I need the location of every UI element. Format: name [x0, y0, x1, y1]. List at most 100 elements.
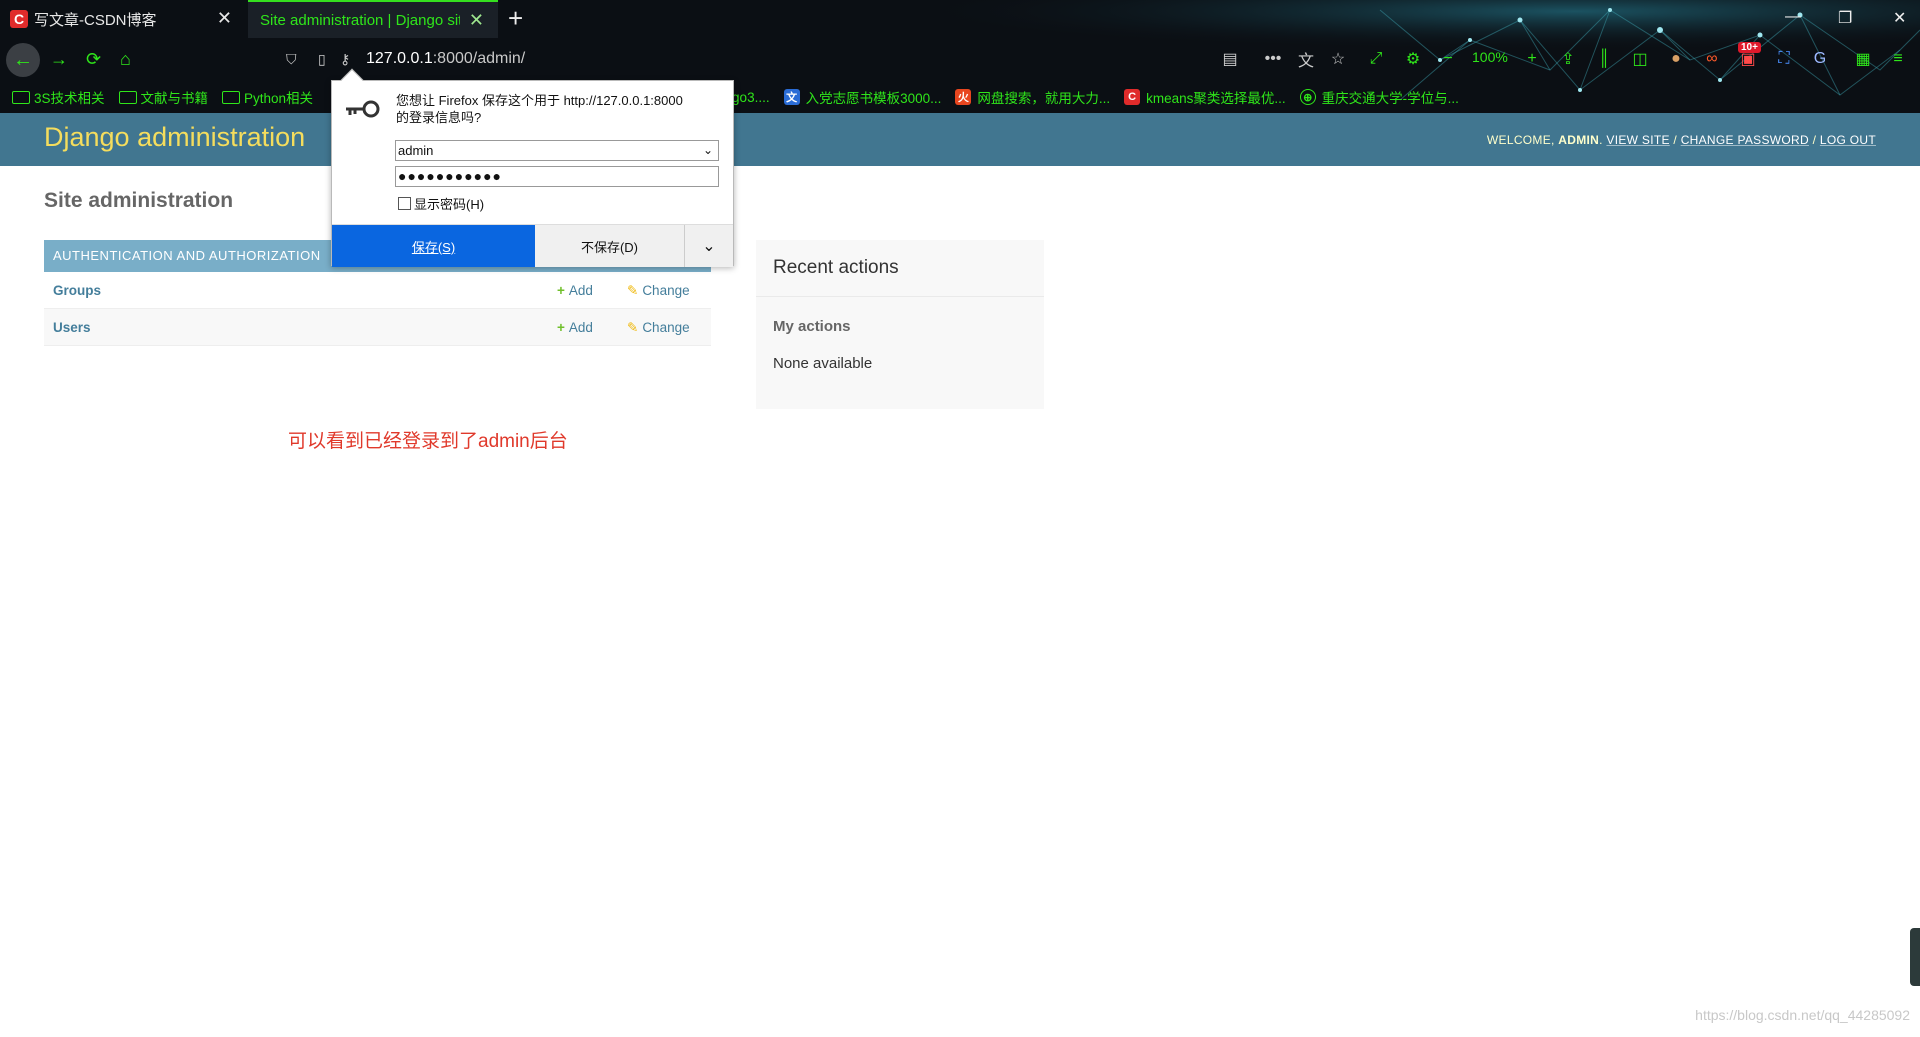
checkbox[interactable] [398, 197, 411, 210]
bookmark-cqjtu[interactable]: ⊕ 重庆交通大学-学位与... [1299, 87, 1459, 107]
none-available-text: None available [773, 355, 873, 372]
password-field[interactable]: ●●●●●●●●●●● [395, 166, 719, 187]
chevron-down-icon[interactable]: ⌄ [703, 141, 713, 160]
site-favicon-icon: 火 [955, 89, 972, 105]
table-row-users: Users + Add ✎ Change [44, 309, 711, 346]
translate-icon[interactable]: 文 [1296, 49, 1316, 70]
avatar-extension-icon[interactable]: ● [1666, 49, 1686, 69]
tracking-shield-icon[interactable]: ⛉ [286, 40, 297, 78]
side-panel-handle[interactable] [1910, 928, 1920, 986]
sidebar-icon[interactable]: ◫ [1630, 49, 1650, 69]
tab-title: Site administration | Django site admin [260, 11, 460, 29]
change-groups-link[interactable]: ✎ Change [627, 283, 690, 299]
bookmark-label: 文献与书籍 [140, 91, 209, 106]
forward-icon[interactable]: → [50, 40, 68, 78]
username: ADMIN [1558, 133, 1600, 147]
bookmark-label: 入党志愿书模板3000... [805, 91, 942, 106]
change-users-link[interactable]: ✎ Change [627, 320, 690, 336]
username-value: admin [398, 143, 434, 158]
log-out-link[interactable]: LOG OUT [1820, 133, 1876, 147]
bookmark-folder-papers[interactable]: 文献与书籍 [118, 87, 209, 107]
change-label: Change [642, 283, 690, 298]
browser-chrome: C 写文章-CSDN博客 ✕ Site administration | Dja… [0, 0, 1920, 113]
divider [756, 296, 1044, 297]
django-header: Django administration WELCOME, ADMIN. VI… [0, 113, 1920, 166]
url-host: 127.0.0.1 [366, 50, 433, 67]
infinity-extension-icon[interactable]: ∞ [1702, 49, 1722, 69]
bookmark-folder-python[interactable]: Python相关 [222, 87, 313, 107]
screenshot-extension-icon[interactable]: ⛶ [1774, 49, 1794, 69]
restore-icon[interactable]: ❐ [1838, 8, 1852, 28]
extensions-icon[interactable]: ▦ [1853, 49, 1873, 69]
add-users-link[interactable]: + Add [557, 320, 593, 335]
close-tab-icon[interactable]: ✕ [469, 11, 484, 29]
navigation-bar: ← → ⟳ ⌂ ⛉ ▯ ⚷ 127.0.0.1:8000/admin/ ▤ ••… [0, 40, 1920, 78]
model-link-users[interactable]: Users [53, 320, 91, 335]
globe-icon: ⊕ [1299, 89, 1316, 105]
page-icon: ▯ [318, 50, 326, 67]
upload-icon[interactable]: ⇪ [1558, 49, 1578, 69]
message-line: 您想让 Firefox 保存这个用于 http://127.0.0.1:8000 [396, 93, 683, 108]
library-icon[interactable]: ║ [1594, 49, 1614, 69]
settings-gear-icon[interactable]: ⚙ [1403, 49, 1423, 69]
bookmark-netdisk-search[interactable]: 火网盘搜索，就用大力... [955, 87, 1110, 107]
site-favicon-icon: 文 [783, 89, 800, 105]
minimize-icon[interactable]: — [1785, 8, 1801, 26]
notification-badge: 10+ [1738, 42, 1761, 53]
csdn-favicon-icon: C [10, 10, 28, 28]
csdn-favicon-icon: C [1124, 89, 1141, 105]
save-button[interactable]: 保存(S) [332, 225, 535, 267]
more-options-button[interactable]: ⌄ [685, 225, 733, 267]
site-branding[interactable]: Django administration [44, 122, 305, 153]
close-window-icon[interactable]: ✕ [1893, 8, 1906, 28]
fullscreen-icon[interactable]: ⤢ [1366, 49, 1386, 69]
bookmark-label: 3S技术相关 [34, 91, 105, 106]
recent-actions-panel: Recent actions My actions None available [756, 240, 1044, 409]
add-label: Add [568, 283, 593, 298]
view-site-link[interactable]: VIEW SITE [1606, 133, 1669, 147]
model-link-groups[interactable]: Groups [53, 283, 101, 298]
show-password-checkbox[interactable]: 显示密码(H) [398, 194, 484, 213]
url-path: :8000/admin/ [432, 50, 526, 67]
bookmark-folder-3s[interactable]: 3S技术相关 [12, 87, 105, 107]
reader-view-icon[interactable]: ▤ [1220, 49, 1240, 69]
bookmark-party-application[interactable]: 文入党志愿书模板3000... [783, 87, 942, 107]
home-icon[interactable]: ⌂ [120, 40, 131, 78]
tab-csdn[interactable]: C 写文章-CSDN博客 ✕ [0, 0, 246, 38]
zoom-out-icon[interactable]: − [1438, 49, 1458, 69]
new-tab-button[interactable]: + [508, 5, 523, 31]
plus-icon: + [557, 283, 565, 298]
table-row-groups: Groups + Add ✎ Change [44, 272, 711, 309]
bookmark-kmeans[interactable]: Ckmeans聚类选择最优... [1124, 87, 1286, 107]
bookmark-label: Python相关 [244, 91, 314, 106]
change-label: Change [642, 320, 690, 335]
annotation-text: 可以看到已经登录到了admin后台 [288, 431, 568, 452]
url-bar[interactable]: 127.0.0.1:8000/admin/ [366, 40, 525, 78]
more-actions-icon[interactable]: ••• [1263, 49, 1283, 69]
page-title: Site administration [44, 189, 234, 212]
menu-hamburger-icon[interactable]: ≡ [1888, 49, 1908, 69]
popup-buttons: 保存(S) 不保存(D) ⌄ [332, 224, 733, 267]
folder-icon [12, 90, 30, 104]
bookmarks-bar: 3S技术相关 文献与书籍 Python相关 go3.... 文入党志愿书模板30… [0, 84, 1920, 110]
bookmark-partial[interactable]: go3.... [732, 90, 770, 105]
recent-actions-title: Recent actions [773, 257, 899, 278]
tab-django-admin[interactable]: Site administration | Django site admin … [248, 0, 498, 38]
change-password-link[interactable]: CHANGE PASSWORD [1681, 133, 1809, 147]
watermark: https://blog.csdn.net/qq_44285092 [1695, 1007, 1910, 1023]
show-password-label: 显示密码(H) [414, 197, 485, 212]
google-translate-icon[interactable]: G [1810, 49, 1830, 69]
key-icon [346, 100, 380, 118]
close-tab-icon[interactable]: ✕ [217, 9, 232, 27]
username-field[interactable]: admin ⌄ [395, 140, 719, 161]
reload-icon[interactable]: ⟳ [86, 40, 101, 78]
zoom-in-icon[interactable]: + [1522, 49, 1542, 69]
bookmark-label: 重庆交通大学-学位与... [1321, 91, 1459, 106]
back-icon[interactable]: ← [6, 43, 40, 77]
bookmark-star-icon[interactable]: ☆ [1328, 49, 1348, 69]
dont-save-button[interactable]: 不保存(D) [535, 225, 685, 267]
zoom-level[interactable]: 100% [1472, 49, 1508, 65]
add-groups-link[interactable]: + Add [557, 283, 593, 298]
message-line: 的登录信息吗? [396, 110, 482, 125]
popup-message: 您想让 Firefox 保存这个用于 http://127.0.0.1:8000… [396, 92, 716, 126]
